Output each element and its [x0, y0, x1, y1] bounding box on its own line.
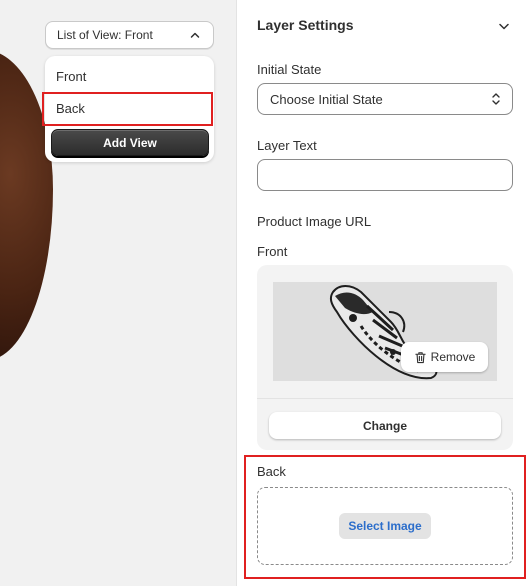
remove-image-label: Remove [430, 350, 476, 364]
layer-text-input[interactable] [257, 159, 513, 191]
chevron-up-icon [190, 32, 200, 38]
initial-state-label: Initial State [257, 62, 322, 77]
select-updown-icon [492, 93, 500, 105]
panel-title: Layer Settings [257, 17, 354, 33]
back-section-highlight [244, 455, 526, 579]
view-item-back-highlight [42, 92, 213, 126]
chevron-down-icon[interactable] [497, 19, 511, 33]
initial-state-value: Choose Initial State [270, 91, 383, 107]
view-list-dropdown-label: List of View: Front [57, 28, 153, 42]
trash-icon [414, 351, 426, 363]
layer-text-label: Layer Text [257, 138, 317, 153]
design-canvas[interactable]: List of View: Front Front Back Add View [0, 0, 236, 586]
product-image-url-label: Product Image URL [257, 214, 372, 229]
view-list-dropdown[interactable]: List of View: Front [45, 21, 214, 49]
card-divider [257, 398, 513, 399]
front-image-card: Remove Change [257, 265, 513, 450]
front-image-label: Front [257, 244, 288, 259]
initial-state-select[interactable]: Choose Initial State [257, 83, 513, 115]
add-view-button[interactable]: Add View [51, 129, 209, 156]
remove-image-button[interactable]: Remove [401, 342, 488, 372]
change-image-button[interactable]: Change [269, 412, 501, 439]
view-item-front[interactable]: Front [56, 69, 86, 84]
